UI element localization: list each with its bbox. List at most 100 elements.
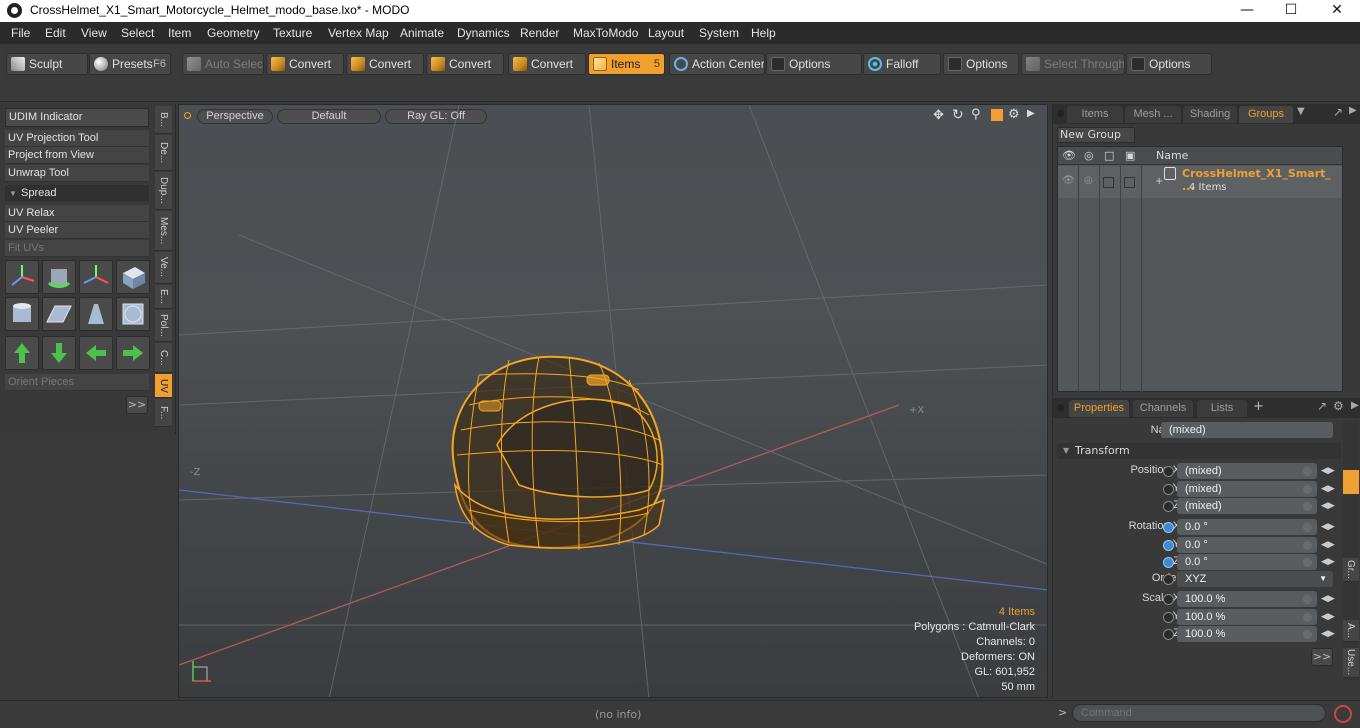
- position-x-radio[interactable]: [1163, 466, 1174, 477]
- tab-mesh[interactable]: Mesh ...: [1125, 106, 1181, 123]
- uv-stretch-icon[interactable]: [79, 297, 113, 331]
- uv-sphere-grid-icon[interactable]: [116, 297, 150, 331]
- position-y-radio[interactable]: [1163, 484, 1174, 495]
- menu-edit[interactable]: Edit: [45, 26, 66, 40]
- uv-relax-button[interactable]: UV Relax: [5, 205, 149, 222]
- scale-x-radio[interactable]: [1163, 594, 1174, 605]
- command-input[interactable]: [1072, 704, 1326, 722]
- align-left-icon[interactable]: [79, 336, 113, 370]
- align-right-icon[interactable]: [116, 336, 150, 370]
- project-from-view-button[interactable]: Project from View: [5, 147, 149, 164]
- menu-dynamics[interactable]: Dynamics: [457, 26, 510, 40]
- step-arrows-icon[interactable]: ◀▶: [1321, 610, 1335, 624]
- step-arrows-icon[interactable]: ◀▶: [1321, 482, 1335, 496]
- uv-planar-icon[interactable]: [42, 297, 76, 331]
- spread-section-header[interactable]: ▼ Spread: [5, 185, 149, 202]
- auto-select-button[interactable]: Auto Select: [182, 53, 264, 75]
- record-macro-icon[interactable]: [1334, 705, 1352, 723]
- select-flag-icon[interactable]: ▣: [1125, 149, 1135, 162]
- scale-y-field[interactable]: 100.0 %: [1177, 609, 1317, 625]
- uv-projection-tool-button[interactable]: UV Projection Tool: [5, 130, 149, 147]
- tab-groups[interactable]: Groups: [1239, 106, 1293, 123]
- uv-peeler-button[interactable]: UV Peeler: [5, 222, 149, 239]
- menu-render[interactable]: Render: [520, 26, 559, 40]
- menu-item[interactable]: Item: [168, 26, 191, 40]
- falloff-options-button[interactable]: Options: [943, 53, 1019, 75]
- 3d-viewport[interactable]: Perspective Default Ray GL: Off ✥ ↻ ⚲ ⚙ …: [178, 104, 1048, 698]
- close-button[interactable]: ✕: [1314, 0, 1360, 22]
- transform-section-header[interactable]: ▼ Transform: [1057, 443, 1341, 459]
- align-down-icon[interactable]: [42, 336, 76, 370]
- tab-polygon[interactable]: Pol...: [155, 310, 172, 342]
- presets-button[interactable]: Presets F6: [89, 53, 171, 75]
- rotation-x-field[interactable]: 0.0 °: [1177, 519, 1317, 535]
- position-z-radio[interactable]: [1163, 501, 1174, 512]
- menu-layout[interactable]: Layout: [648, 26, 684, 40]
- uv-box-projection-icon[interactable]: [116, 260, 150, 294]
- tab-items[interactable]: Items: [1067, 106, 1123, 123]
- position-y-field[interactable]: (mixed): [1177, 481, 1317, 497]
- tab-basic[interactable]: B...: [155, 106, 172, 134]
- visibility-eye-icon[interactable]: 👁: [1062, 149, 1076, 162]
- step-arrows-icon[interactable]: ◀▶: [1321, 538, 1335, 552]
- side-tab-user[interactable]: Use...: [1343, 648, 1359, 678]
- tab-curves[interactable]: C...: [155, 343, 172, 373]
- panel-menu-dot-icon[interactable]: [1057, 110, 1064, 117]
- tab-lists[interactable]: Lists: [1197, 400, 1247, 417]
- render-cube-icon[interactable]: □: [1104, 149, 1114, 162]
- name-field[interactable]: (mixed): [1161, 422, 1333, 438]
- order-dropdown[interactable]: XYZ ▼: [1177, 571, 1333, 587]
- side-tab-active[interactable]: [1343, 470, 1359, 494]
- convert-edges-button[interactable]: Convert: [346, 53, 424, 75]
- menu-view[interactable]: View: [81, 26, 107, 40]
- panel-arrow-icon[interactable]: ▶: [1351, 400, 1359, 411]
- scale-y-radio[interactable]: [1163, 612, 1174, 623]
- panel-expand-icon[interactable]: ↗: [1317, 399, 1327, 413]
- uv-cylinder-icon[interactable]: [5, 297, 39, 331]
- anim-key-icon[interactable]: [1303, 467, 1312, 476]
- select-through-options-button[interactable]: Options: [1126, 53, 1212, 75]
- step-arrows-icon[interactable]: ◀▶: [1321, 627, 1335, 641]
- anim-key-icon[interactable]: [1303, 613, 1312, 622]
- fit-uvs-button[interactable]: Fit UVs: [5, 240, 149, 257]
- uv-move-icon[interactable]: [79, 260, 113, 294]
- panel-expand-icon[interactable]: ↗: [1333, 105, 1343, 119]
- menu-animate[interactable]: Animate: [400, 26, 444, 40]
- rotation-z-radio[interactable]: [1163, 557, 1174, 568]
- menu-vertex-map[interactable]: Vertex Map: [328, 26, 389, 40]
- rotation-y-field[interactable]: 0.0 °: [1177, 537, 1317, 553]
- position-z-field[interactable]: (mixed): [1177, 498, 1317, 514]
- add-tab-button[interactable]: +: [1253, 399, 1264, 414]
- action-center-options-button[interactable]: Options: [766, 53, 862, 75]
- anim-key-icon[interactable]: [1303, 630, 1312, 639]
- tab-shading[interactable]: Shading: [1183, 106, 1237, 123]
- tab-duplicate[interactable]: Dup...: [155, 172, 172, 210]
- scale-z-radio[interactable]: [1163, 629, 1174, 640]
- row-render-checkbox[interactable]: [1103, 177, 1114, 188]
- menu-texture[interactable]: Texture: [273, 26, 312, 40]
- order-radio[interactable]: [1163, 574, 1174, 585]
- convert-polygons-button[interactable]: Convert: [426, 53, 504, 75]
- row-lock-icon[interactable]: ◎: [1084, 175, 1093, 186]
- uv-rotate-icon[interactable]: [42, 260, 76, 294]
- tab-channels[interactable]: Channels: [1133, 400, 1193, 417]
- step-arrows-icon[interactable]: ◀▶: [1321, 555, 1335, 569]
- tab-dropdown-icon[interactable]: ▼: [1297, 106, 1305, 117]
- anim-key-icon[interactable]: [1303, 558, 1312, 567]
- side-tab-groups[interactable]: Gr...: [1343, 558, 1359, 582]
- anim-key-icon[interactable]: [1303, 523, 1312, 532]
- tab-vertex[interactable]: Ve...: [155, 252, 172, 284]
- action-center-button[interactable]: Action Center: [669, 53, 765, 75]
- panel-menu-dot-icon[interactable]: [1057, 404, 1064, 411]
- tab-uv[interactable]: UV: [155, 374, 172, 398]
- minimize-button[interactable]: —: [1224, 0, 1270, 22]
- menu-help[interactable]: Help: [751, 26, 776, 40]
- sculpt-button[interactable]: Sculpt: [6, 53, 88, 75]
- row-eye-icon[interactable]: 👁: [1062, 175, 1075, 186]
- position-x-field[interactable]: (mixed): [1177, 463, 1317, 479]
- helmet-wireframe[interactable]: [451, 355, 666, 551]
- unwrap-tool-button[interactable]: Unwrap Tool: [5, 165, 149, 182]
- menu-maxtomodo[interactable]: MaxToModo: [573, 26, 638, 40]
- maximize-button[interactable]: ☐: [1268, 0, 1314, 22]
- side-tab-assembly[interactable]: A...: [1343, 620, 1359, 642]
